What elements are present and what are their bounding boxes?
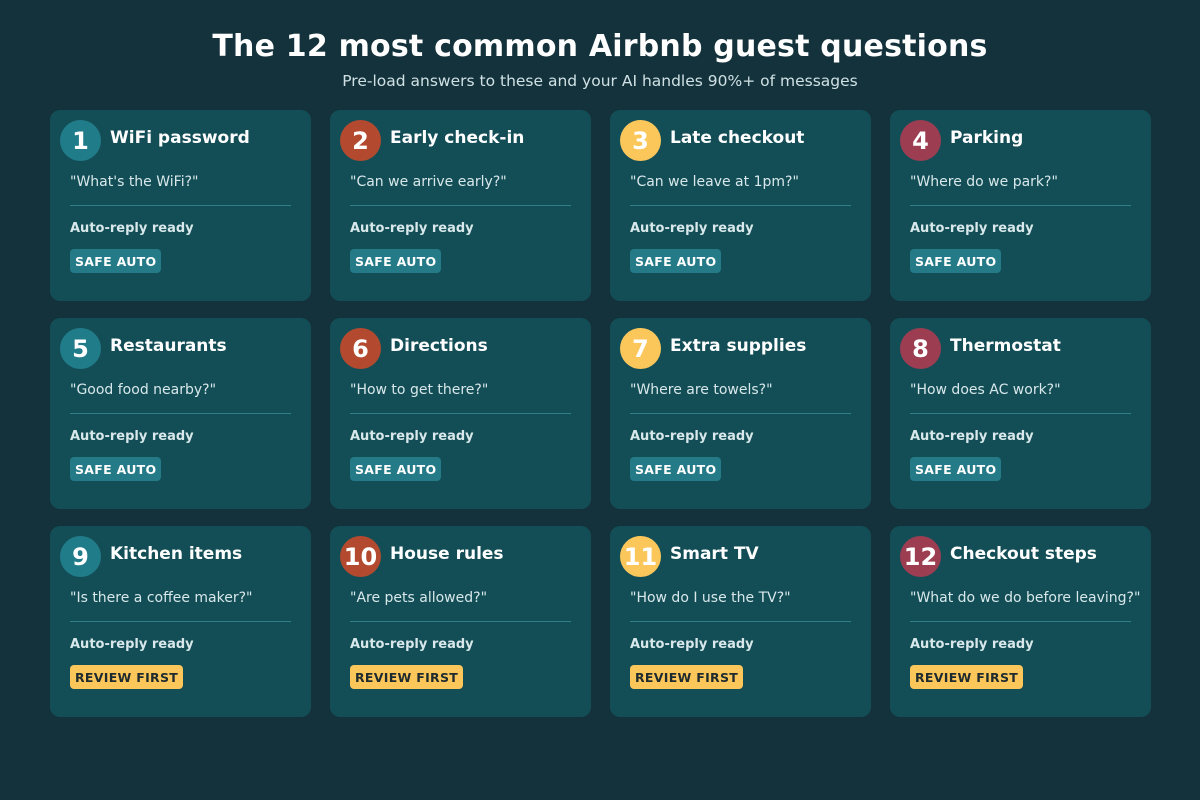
reply-status: Auto-reply ready (630, 429, 754, 444)
number-badge: 8 (900, 328, 941, 369)
guest-quote: "What's the WiFi?" (70, 174, 199, 190)
reply-status: Auto-reply ready (630, 221, 754, 236)
safe-auto-tag: SAFE AUTO (910, 249, 1002, 273)
card-divider (630, 621, 851, 622)
guest-quote: "Where are towels?" (630, 382, 773, 398)
card-divider (350, 413, 571, 414)
guest-quote: "How to get there?" (350, 382, 489, 398)
card-title: Checkout steps (950, 544, 1097, 564)
safe-auto-tag: SAFE AUTO (350, 457, 442, 481)
question-card-7: 7 Extra supplies "Where are towels?" Aut… (610, 318, 871, 509)
question-card-1: 1 WiFi password "What's the WiFi?" Auto-… (50, 110, 311, 301)
card-title: Parking (950, 128, 1024, 148)
safe-auto-tag: SAFE AUTO (630, 249, 722, 273)
question-card-2: 2 Early check-in "Can we arrive early?" … (330, 110, 591, 301)
safe-auto-tag: SAFE AUTO (70, 249, 162, 273)
card-divider (70, 621, 291, 622)
card-divider (70, 413, 291, 414)
reply-status: Auto-reply ready (70, 637, 194, 652)
card-title: Smart TV (670, 544, 759, 564)
card-title: Restaurants (110, 336, 227, 356)
guest-quote: "Are pets allowed?" (350, 590, 488, 606)
card-title: House rules (390, 544, 504, 564)
card-title: Kitchen items (110, 544, 243, 564)
number-badge: 1 (60, 120, 101, 161)
card-divider (350, 205, 571, 206)
question-card-12: 12 Checkout steps "What do we do before … (890, 526, 1151, 717)
review-first-tag: REVIEW FIRST (630, 665, 744, 689)
card-title: Thermostat (950, 336, 1061, 356)
question-card-9: 9 Kitchen items "Is there a coffee maker… (50, 526, 311, 717)
number-badge: 11 (620, 536, 661, 577)
number-badge: 12 (900, 536, 941, 577)
number-badge: 10 (340, 536, 381, 577)
guest-quote: "Can we arrive early?" (350, 174, 507, 190)
question-card-6: 6 Directions "How to get there?" Auto-re… (330, 318, 591, 509)
number-badge: 7 (620, 328, 661, 369)
reply-status: Auto-reply ready (70, 221, 194, 236)
card-title: Early check-in (390, 128, 525, 148)
reply-status: Auto-reply ready (910, 221, 1034, 236)
card-title: Late checkout (670, 128, 805, 148)
card-divider (630, 413, 851, 414)
reply-status: Auto-reply ready (350, 637, 474, 652)
review-first-tag: REVIEW FIRST (350, 665, 464, 689)
guest-quote: "Where do we park?" (910, 174, 1058, 190)
number-badge: 9 (60, 536, 101, 577)
reply-status: Auto-reply ready (630, 637, 754, 652)
question-card-4: 4 Parking "Where do we park?" Auto-reply… (890, 110, 1151, 301)
card-divider (630, 205, 851, 206)
page-subtitle: Pre-load answers to these and your AI ha… (342, 72, 858, 90)
guest-quote: "Good food nearby?" (70, 382, 217, 398)
question-card-11: 11 Smart TV "How do I use the TV?" Auto-… (610, 526, 871, 717)
card-divider (910, 205, 1131, 206)
number-badge: 2 (340, 120, 381, 161)
reply-status: Auto-reply ready (910, 429, 1034, 444)
reply-status: Auto-reply ready (350, 429, 474, 444)
review-first-tag: REVIEW FIRST (70, 665, 184, 689)
number-badge: 5 (60, 328, 101, 369)
number-badge: 3 (620, 120, 661, 161)
question-card-8: 8 Thermostat "How does AC work?" Auto-re… (890, 318, 1151, 509)
card-divider (910, 413, 1131, 414)
reply-status: Auto-reply ready (350, 221, 474, 236)
guest-quote: "How does AC work?" (910, 382, 1061, 398)
guest-quote: "How do I use the TV?" (630, 590, 791, 606)
question-card-grid: 1 WiFi password "What's the WiFi?" Auto-… (50, 110, 1151, 717)
card-title: Extra supplies (670, 336, 807, 356)
card-title: Directions (390, 336, 488, 356)
safe-auto-tag: SAFE AUTO (70, 457, 162, 481)
question-card-3: 3 Late checkout "Can we leave at 1pm?" A… (610, 110, 871, 301)
reply-status: Auto-reply ready (910, 637, 1034, 652)
reply-status: Auto-reply ready (70, 429, 194, 444)
safe-auto-tag: SAFE AUTO (910, 457, 1002, 481)
safe-auto-tag: SAFE AUTO (630, 457, 722, 481)
guest-quote: "Can we leave at 1pm?" (630, 174, 799, 190)
card-divider (350, 621, 571, 622)
card-title: WiFi password (110, 128, 250, 148)
number-badge: 6 (340, 328, 381, 369)
guest-quote: "Is there a coffee maker?" (70, 590, 253, 606)
page-title: The 12 most common Airbnb guest question… (212, 29, 988, 64)
card-divider (910, 621, 1131, 622)
question-card-5: 5 Restaurants "Good food nearby?" Auto-r… (50, 318, 311, 509)
number-badge: 4 (900, 120, 941, 161)
safe-auto-tag: SAFE AUTO (350, 249, 442, 273)
review-first-tag: REVIEW FIRST (910, 665, 1024, 689)
guest-quote: "What do we do before leaving?" (910, 590, 1141, 606)
card-divider (70, 205, 291, 206)
question-card-10: 10 House rules "Are pets allowed?" Auto-… (330, 526, 591, 717)
